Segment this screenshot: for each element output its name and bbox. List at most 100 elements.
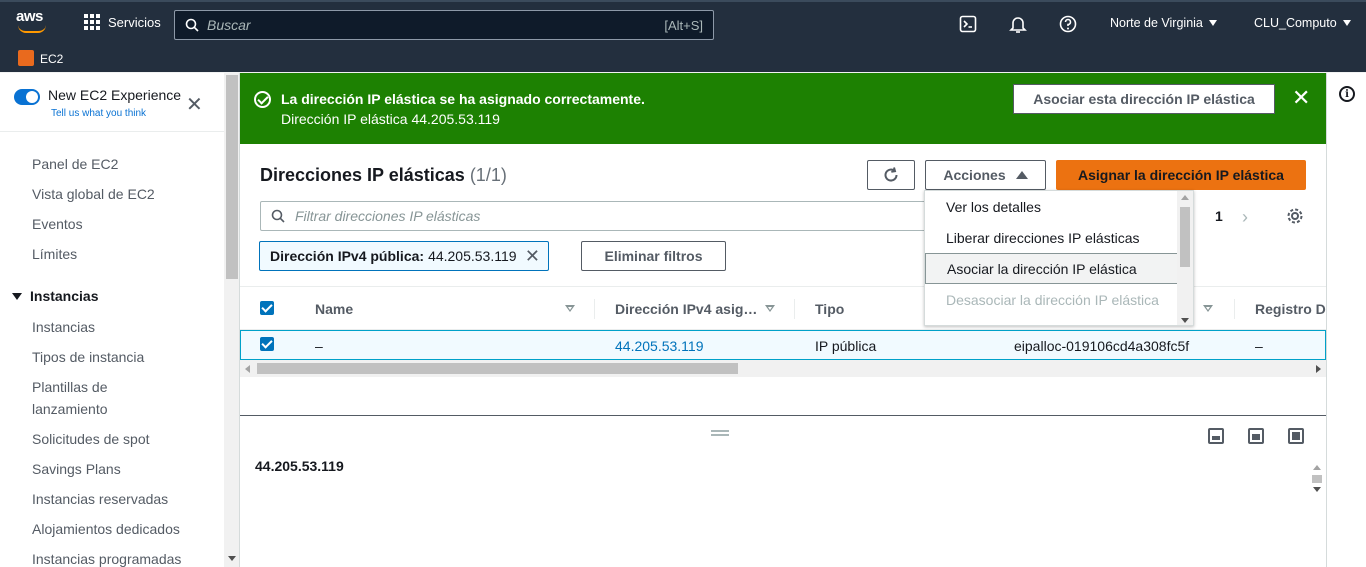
panel-side-icon[interactable] xyxy=(1248,428,1264,444)
top-navigation: aws Servicios Buscar [Alt+S] Norte de Vi… xyxy=(0,0,1366,46)
associate-ip-button[interactable]: Asociar esta dirección IP elástica xyxy=(1013,84,1275,114)
scrollbar-thumb[interactable] xyxy=(1312,475,1322,483)
sort-icon[interactable] xyxy=(565,305,575,312)
sidebar-scrollbar[interactable] xyxy=(224,73,239,567)
details-scrollbar[interactable] xyxy=(1312,465,1322,495)
sidebar-item-panel[interactable]: Panel de EC2 xyxy=(32,156,118,172)
scroll-right-icon[interactable] xyxy=(1316,365,1321,373)
sort-icon[interactable] xyxy=(765,305,775,312)
sidebar-item-plantillas-1[interactable]: Plantillas de xyxy=(32,379,108,395)
search-icon xyxy=(185,18,199,32)
filter-input[interactable]: Filtrar direcciones IP elásticas xyxy=(260,201,940,231)
token-key: Dirección IPv4 pública: xyxy=(270,248,425,264)
feedback-link[interactable]: Tell us what you think xyxy=(51,108,146,119)
sidebar-item-eventos[interactable]: Eventos xyxy=(32,216,83,232)
drag-handle-icon[interactable] xyxy=(711,430,729,436)
allocate-ip-button[interactable]: Asignar la dirección IP elástica xyxy=(1056,160,1306,190)
panel-bottom-icon[interactable] xyxy=(1208,428,1224,444)
row-checkbox[interactable] xyxy=(260,337,274,351)
column-header-tipo[interactable]: Tipo xyxy=(815,301,844,317)
menu-item-liberar[interactable]: Liberar direcciones IP elásticas xyxy=(925,222,1179,253)
ec2-service-icon[interactable] xyxy=(18,50,34,66)
menu-item-actualizar-dns[interactable]: Actualizar DNS inverso xyxy=(925,315,1179,326)
page-title: Direcciones IP elásticas (1/1) xyxy=(260,165,507,186)
scrollbar-thumb[interactable] xyxy=(226,75,238,279)
services-label: Servicios xyxy=(108,14,161,30)
services-menu-button[interactable]: Servicios xyxy=(84,14,161,30)
split-panel-divider xyxy=(240,415,1326,416)
aws-logo[interactable]: aws xyxy=(16,8,50,38)
scroll-down-icon[interactable] xyxy=(228,556,236,561)
column-header-name[interactable]: Name xyxy=(315,301,353,317)
sidebar-item-savings-plans[interactable]: Savings Plans xyxy=(32,461,121,477)
chevron-right-icon[interactable]: › xyxy=(1242,207,1248,228)
menu-item-ver-detalles[interactable]: Ver los detalles xyxy=(925,191,1179,222)
cell-ipv4-link[interactable]: 44.205.53.119 xyxy=(615,338,704,354)
horizontal-scrollbar[interactable] xyxy=(240,360,1326,377)
scroll-up-icon[interactable] xyxy=(1181,195,1189,200)
table-row[interactable]: – 44.205.53.119 IP pública eipalloc-0191… xyxy=(240,330,1326,360)
column-header-ipv4[interactable]: Dirección IPv4 asig… xyxy=(615,301,757,317)
column-header-registro[interactable]: Registro D xyxy=(1255,301,1326,317)
sidebar-item-alojamientos[interactable]: Alojamientos dedicados xyxy=(32,521,180,537)
search-shortcut: [Alt+S] xyxy=(664,17,703,33)
sidebar-section-instancias[interactable]: Instancias xyxy=(12,288,98,304)
section-label: Instancias xyxy=(30,288,99,304)
close-icon[interactable]: ✕ xyxy=(186,95,203,115)
sidebar-item-spot[interactable]: Solicitudes de spot xyxy=(32,431,150,447)
cloudshell-icon[interactable] xyxy=(959,15,977,33)
aws-logo-text: aws xyxy=(16,8,43,25)
new-experience-toggle[interactable] xyxy=(14,89,40,105)
check-circle-icon xyxy=(254,91,271,108)
actions-dropdown-button[interactable]: Acciones xyxy=(925,160,1046,190)
actions-label: Acciones xyxy=(943,167,1006,183)
sidebar-item-tipos-instancia[interactable]: Tipos de instancia xyxy=(32,349,144,365)
new-experience-label: New EC2 Experience xyxy=(48,87,182,103)
table-count: (1/1) xyxy=(469,165,507,185)
region-selector[interactable]: Norte de Virginia xyxy=(1110,16,1217,30)
select-all-checkbox[interactable] xyxy=(260,301,274,315)
remove-filter-icon[interactable]: ✕ xyxy=(525,246,540,267)
info-icon[interactable]: i xyxy=(1339,86,1355,102)
caret-down-icon xyxy=(1208,20,1217,26)
panel-full-icon[interactable] xyxy=(1288,428,1304,444)
scroll-up-icon[interactable] xyxy=(1313,465,1321,470)
scrollbar-thumb[interactable] xyxy=(1180,207,1190,267)
grid-icon xyxy=(84,14,100,30)
clear-filters-button[interactable]: Eliminar filtros xyxy=(581,241,726,271)
scroll-left-icon[interactable] xyxy=(245,365,250,373)
sidebar-item-limites[interactable]: Límites xyxy=(32,246,77,262)
menu-item-asociar[interactable]: Asociar la dirección IP elástica xyxy=(925,253,1178,284)
sidebar-item-programadas[interactable]: Instancias programadas xyxy=(32,551,181,567)
bell-icon[interactable] xyxy=(1009,15,1027,33)
sidebar-item-plantillas-2[interactable]: lanzamiento xyxy=(32,401,108,417)
ec2-service-label[interactable]: EC2 xyxy=(40,52,63,66)
filter-token: Dirección IPv4 pública: 44.205.53.119 ✕ xyxy=(259,241,549,271)
sidebar-item-instancias[interactable]: Instancias xyxy=(32,319,95,335)
close-icon[interactable]: ✕ xyxy=(1292,87,1310,109)
sidebar-item-reservadas[interactable]: Instancias reservadas xyxy=(32,491,168,507)
search-input[interactable]: Buscar [Alt+S] xyxy=(174,10,714,40)
scrollbar-thumb[interactable] xyxy=(257,363,738,374)
cell-allocation-id: eipalloc-019106cd4a308fc5f xyxy=(1014,338,1190,354)
help-panel-rail: i xyxy=(1326,73,1366,567)
scroll-down-icon[interactable] xyxy=(1313,487,1321,492)
column-separator[interactable] xyxy=(594,299,595,319)
refresh-icon xyxy=(884,167,898,182)
region-label: Norte de Virginia xyxy=(1110,16,1203,30)
page-number[interactable]: 1 xyxy=(1215,208,1223,224)
help-icon[interactable] xyxy=(1059,15,1077,33)
sort-icon[interactable] xyxy=(1203,305,1213,312)
column-separator[interactable] xyxy=(1234,299,1235,319)
refresh-button[interactable] xyxy=(867,160,915,190)
caret-down-icon xyxy=(12,292,22,300)
column-separator[interactable] xyxy=(794,299,795,319)
details-ip-heading: 44.205.53.119 xyxy=(255,458,344,474)
scroll-down-icon[interactable] xyxy=(1181,318,1189,323)
gear-icon[interactable] xyxy=(1286,207,1304,225)
menu-scrollbar[interactable] xyxy=(1177,191,1193,325)
sidebar-item-vista-global[interactable]: Vista global de EC2 xyxy=(32,186,155,202)
caret-down-icon xyxy=(1342,20,1351,26)
account-menu[interactable]: CLU_Computo xyxy=(1254,16,1351,30)
account-label: CLU_Computo xyxy=(1254,16,1337,30)
